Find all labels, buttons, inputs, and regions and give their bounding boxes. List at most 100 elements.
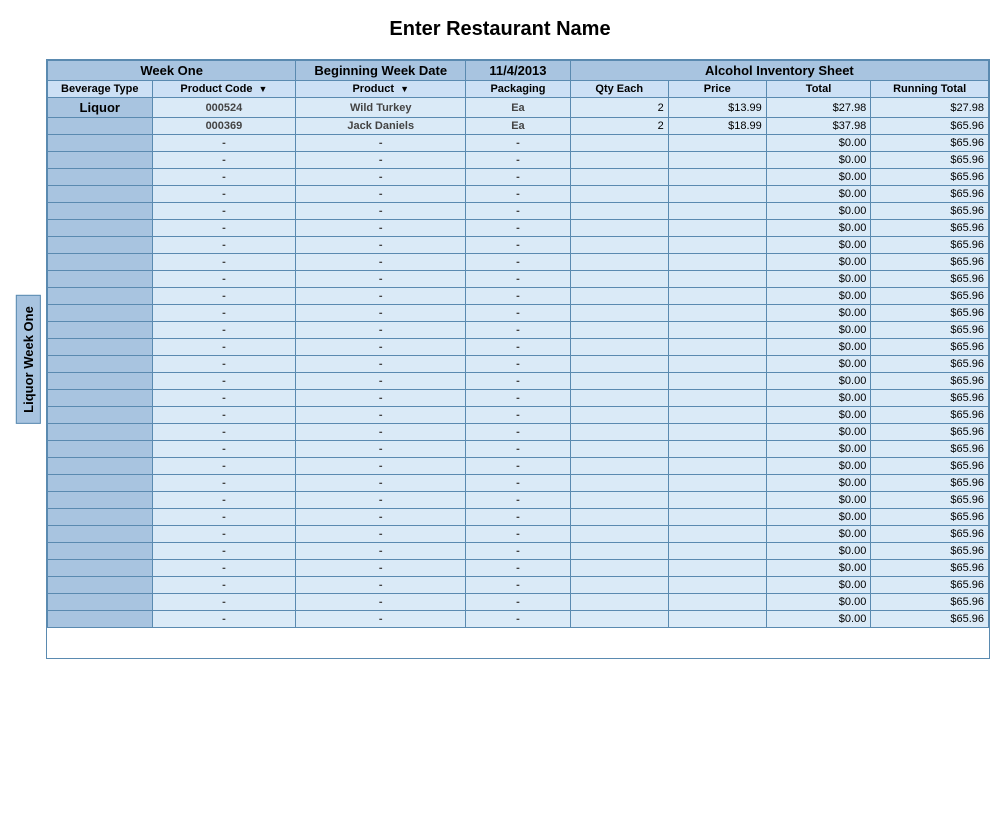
cell-packaging[interactable]: -	[466, 339, 571, 356]
cell-total[interactable]: $0.00	[766, 220, 871, 237]
cell-packaging[interactable]: -	[466, 611, 571, 628]
cell-beverage-type[interactable]	[48, 560, 153, 577]
cell-beverage-type[interactable]	[48, 424, 153, 441]
cell-running-total[interactable]: $65.96	[871, 271, 989, 288]
cell-beverage-type[interactable]	[48, 594, 153, 611]
table-row[interactable]: ---$0.00$65.96	[48, 237, 989, 254]
cell-product-code[interactable]: -	[152, 594, 296, 611]
cell-running-total[interactable]: $65.96	[871, 186, 989, 203]
cell-beverage-type[interactable]	[48, 339, 153, 356]
cell-price[interactable]	[668, 543, 766, 560]
cell-price[interactable]	[668, 237, 766, 254]
cell-qty[interactable]	[570, 611, 668, 628]
cell-packaging[interactable]: Ea	[466, 98, 571, 118]
cell-price[interactable]	[668, 271, 766, 288]
cell-price[interactable]	[668, 458, 766, 475]
cell-total[interactable]: $0.00	[766, 203, 871, 220]
cell-price[interactable]	[668, 441, 766, 458]
cell-beverage-type[interactable]	[48, 305, 153, 322]
cell-qty[interactable]	[570, 594, 668, 611]
cell-product[interactable]: -	[296, 203, 466, 220]
cell-product-code[interactable]: -	[152, 169, 296, 186]
table-row[interactable]: ---$0.00$65.96	[48, 577, 989, 594]
table-row[interactable]: ---$0.00$65.96	[48, 390, 989, 407]
cell-price[interactable]	[668, 424, 766, 441]
cell-beverage-type[interactable]	[48, 407, 153, 424]
table-row[interactable]: ---$0.00$65.96	[48, 305, 989, 322]
cell-beverage-type[interactable]	[48, 509, 153, 526]
cell-total[interactable]: $0.00	[766, 169, 871, 186]
col-header-product[interactable]: Product ▼	[296, 81, 466, 98]
table-row[interactable]: ---$0.00$65.96	[48, 611, 989, 628]
cell-product-code[interactable]: 000524	[152, 98, 296, 118]
cell-qty[interactable]	[570, 356, 668, 373]
cell-beverage-type[interactable]	[48, 220, 153, 237]
cell-product-code[interactable]: -	[152, 152, 296, 169]
cell-running-total[interactable]: $65.96	[871, 118, 989, 135]
cell-packaging[interactable]: -	[466, 254, 571, 271]
cell-packaging[interactable]: -	[466, 424, 571, 441]
cell-price[interactable]	[668, 203, 766, 220]
cell-price[interactable]	[668, 390, 766, 407]
cell-product[interactable]: -	[296, 339, 466, 356]
cell-product-code[interactable]: -	[152, 203, 296, 220]
cell-product-code[interactable]: -	[152, 373, 296, 390]
cell-beverage-type[interactable]	[48, 186, 153, 203]
table-row[interactable]: ---$0.00$65.96	[48, 135, 989, 152]
cell-beverage-type[interactable]	[48, 441, 153, 458]
cell-running-total[interactable]: $65.96	[871, 594, 989, 611]
cell-total[interactable]: $0.00	[766, 543, 871, 560]
cell-running-total[interactable]: $65.96	[871, 288, 989, 305]
table-row[interactable]: ---$0.00$65.96	[48, 560, 989, 577]
cell-product-code[interactable]: -	[152, 339, 296, 356]
cell-packaging[interactable]: -	[466, 407, 571, 424]
cell-packaging[interactable]: -	[466, 458, 571, 475]
cell-qty[interactable]	[570, 458, 668, 475]
cell-product[interactable]: -	[296, 356, 466, 373]
table-row[interactable]: ---$0.00$65.96	[48, 220, 989, 237]
cell-product-code[interactable]: -	[152, 509, 296, 526]
cell-running-total[interactable]: $65.96	[871, 560, 989, 577]
cell-total[interactable]: $0.00	[766, 492, 871, 509]
cell-product[interactable]: -	[296, 492, 466, 509]
cell-beverage-type[interactable]	[48, 458, 153, 475]
cell-packaging[interactable]: -	[466, 441, 571, 458]
cell-running-total[interactable]: $65.96	[871, 424, 989, 441]
cell-qty[interactable]	[570, 271, 668, 288]
cell-running-total[interactable]: $65.96	[871, 169, 989, 186]
cell-total[interactable]: $0.00	[766, 458, 871, 475]
cell-product[interactable]: -	[296, 526, 466, 543]
cell-packaging[interactable]: -	[466, 543, 571, 560]
cell-running-total[interactable]: $65.96	[871, 203, 989, 220]
cell-running-total[interactable]: $65.96	[871, 356, 989, 373]
cell-beverage-type[interactable]	[48, 577, 153, 594]
cell-qty[interactable]	[570, 509, 668, 526]
cell-total[interactable]: $0.00	[766, 305, 871, 322]
cell-product[interactable]: -	[296, 237, 466, 254]
cell-running-total[interactable]: $65.96	[871, 339, 989, 356]
cell-total[interactable]: $0.00	[766, 271, 871, 288]
cell-packaging[interactable]: -	[466, 186, 571, 203]
cell-running-total[interactable]: $27.98	[871, 98, 989, 118]
cell-packaging[interactable]: -	[466, 135, 571, 152]
cell-packaging[interactable]: -	[466, 492, 571, 509]
table-row[interactable]: ---$0.00$65.96	[48, 475, 989, 492]
table-row[interactable]: ---$0.00$65.96	[48, 203, 989, 220]
cell-total[interactable]: $0.00	[766, 254, 871, 271]
cell-product[interactable]: -	[296, 135, 466, 152]
cell-price[interactable]	[668, 152, 766, 169]
cell-product-code[interactable]: 000369	[152, 118, 296, 135]
cell-price[interactable]	[668, 220, 766, 237]
table-row[interactable]: ---$0.00$65.96	[48, 441, 989, 458]
cell-beverage-type[interactable]	[48, 322, 153, 339]
cell-product[interactable]: -	[296, 543, 466, 560]
cell-total[interactable]: $0.00	[766, 509, 871, 526]
cell-total[interactable]: $0.00	[766, 237, 871, 254]
cell-product[interactable]: -	[296, 475, 466, 492]
cell-packaging[interactable]: -	[466, 526, 571, 543]
cell-running-total[interactable]: $65.96	[871, 526, 989, 543]
cell-price[interactable]	[668, 339, 766, 356]
cell-qty[interactable]	[570, 288, 668, 305]
cell-beverage-type[interactable]: Liquor	[48, 98, 153, 118]
table-row[interactable]: ---$0.00$65.96	[48, 271, 989, 288]
